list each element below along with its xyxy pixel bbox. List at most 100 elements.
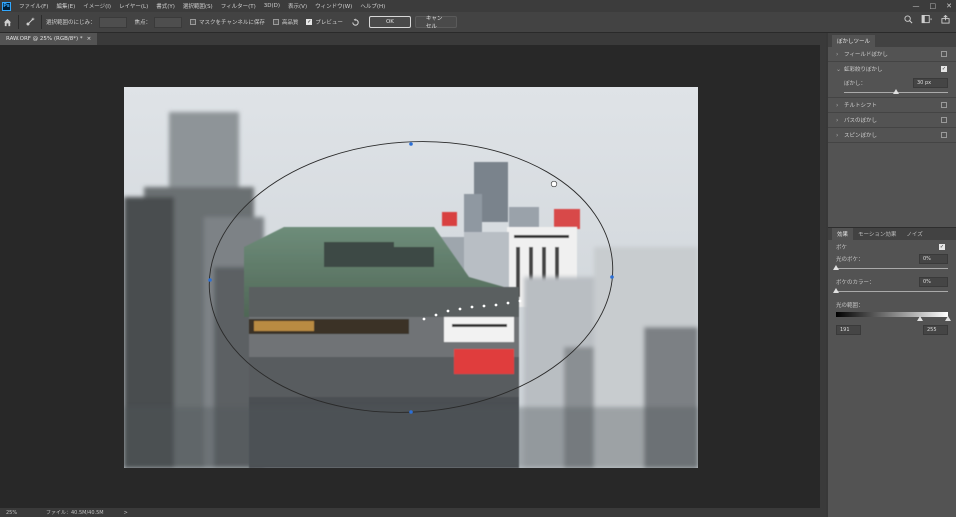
save-mask-checkbox[interactable] bbox=[190, 19, 197, 25]
bokeh-color-field[interactable]: 0% bbox=[919, 277, 948, 287]
ellipse-roundness-handle[interactable] bbox=[550, 180, 558, 188]
high-quality-label: 高品質 bbox=[281, 20, 299, 26]
blur-amount-label: ぼかし： bbox=[844, 81, 867, 87]
minimize-icon[interactable]: — bbox=[913, 2, 920, 10]
blur-item-path[interactable]: › パスのぼかし bbox=[828, 113, 956, 128]
home-icon[interactable] bbox=[0, 15, 14, 29]
bokeh-color-control: ボケのカラー： 0% bbox=[828, 275, 956, 293]
chevron-right-icon[interactable]: › bbox=[836, 132, 844, 139]
selection-feather-field[interactable] bbox=[98, 16, 127, 28]
tab-close-icon[interactable]: × bbox=[87, 36, 92, 42]
blur-amount-track[interactable] bbox=[844, 89, 948, 94]
menu-layer[interactable]: レイヤー(L) bbox=[115, 2, 152, 10]
separator bbox=[41, 15, 42, 29]
blur-item-label: パスのぼかし bbox=[844, 118, 878, 124]
zoom-level[interactable]: 25% bbox=[6, 510, 46, 516]
blur-item-label: チルトシフト bbox=[844, 103, 878, 109]
light-range-control: 光の範囲： 191 255 bbox=[828, 298, 956, 335]
iris-blur-checkbox[interactable]: ✓ bbox=[941, 66, 947, 72]
light-range-max-field[interactable]: 255 bbox=[923, 325, 948, 335]
light-range-label: 光の範囲： bbox=[836, 303, 864, 309]
menu-image[interactable]: イメージ(I) bbox=[79, 2, 115, 10]
light-bokeh-label: 光のボケ： bbox=[836, 257, 864, 263]
ellipse-handle-right[interactable] bbox=[610, 275, 614, 279]
ellipse-handle-left[interactable] bbox=[208, 278, 212, 282]
cancel-button[interactable]: キャンセル bbox=[414, 16, 457, 30]
bokeh-row: ボケ ✓ bbox=[828, 240, 956, 252]
ellipse-handle-bottom[interactable] bbox=[409, 410, 413, 414]
reset-icon[interactable] bbox=[349, 15, 363, 29]
light-bokeh-thumb[interactable] bbox=[833, 265, 839, 270]
field-blur-checkbox[interactable] bbox=[941, 51, 947, 57]
tab-blur-tools[interactable]: ぼかしツール bbox=[832, 35, 876, 47]
document-tab-title: RAW.ORF @ 25% (RGB/8*) * bbox=[6, 36, 83, 42]
menu-bar: Ps ファイル(F) 編集(E) イメージ(I) レイヤー(L) 書式(Y) 選… bbox=[0, 0, 956, 12]
preview-label: プレビュー bbox=[315, 20, 343, 26]
bokeh-color-label: ボケのカラー： bbox=[836, 280, 875, 286]
tab-noise[interactable]: ノイズ bbox=[901, 228, 927, 240]
focus-label: 焦点： bbox=[134, 20, 152, 26]
light-range-min-thumb[interactable] bbox=[917, 316, 923, 321]
status-arrow-icon[interactable]: > bbox=[124, 510, 128, 516]
save-mask-label: マスクをチャンネルに保存 bbox=[199, 20, 265, 26]
blur-item-field[interactable]: › フィールドぼかし bbox=[828, 47, 956, 62]
search-icon[interactable] bbox=[904, 15, 913, 26]
bokeh-label: ボケ bbox=[836, 245, 848, 251]
blur-item-spin[interactable]: › スピンぼかし bbox=[828, 128, 956, 143]
ok-button[interactable]: OK bbox=[368, 16, 411, 28]
bokeh-color-thumb[interactable] bbox=[833, 288, 839, 293]
blur-amount-field[interactable]: 30 px bbox=[913, 78, 948, 88]
light-range-gradient[interactable] bbox=[836, 312, 951, 321]
window-controls: — □ ✕ bbox=[913, 0, 953, 12]
menu-3d[interactable]: 3D(D) bbox=[260, 3, 284, 9]
blur-amount-control: ぼかし： 30 px bbox=[828, 76, 956, 98]
menu-select[interactable]: 選択範囲(S) bbox=[179, 2, 217, 10]
preview-checkbox[interactable]: ✓ bbox=[306, 19, 313, 25]
chevron-right-icon[interactable]: › bbox=[836, 51, 844, 58]
blur-item-label: フィールドぼかし bbox=[844, 52, 888, 58]
maximize-icon[interactable]: □ bbox=[930, 2, 937, 10]
menu-edit[interactable]: 編集(E) bbox=[52, 2, 79, 10]
tab-motion-effects[interactable]: モーション効果 bbox=[853, 228, 901, 240]
high-quality-checkbox[interactable] bbox=[272, 19, 279, 25]
light-bokeh-control: 光のボケ： 0% bbox=[828, 252, 956, 270]
focus-field[interactable] bbox=[154, 16, 183, 28]
menu-filter[interactable]: フィルター(T) bbox=[217, 2, 260, 10]
blur-tool-icon[interactable] bbox=[23, 15, 37, 29]
menu-view[interactable]: 表示(V) bbox=[284, 2, 311, 10]
menu-type[interactable]: 書式(Y) bbox=[152, 2, 179, 10]
light-bokeh-track[interactable] bbox=[833, 265, 948, 270]
bokeh-color-track[interactable] bbox=[833, 288, 948, 293]
bokeh-checkbox[interactable]: ✓ bbox=[939, 244, 945, 250]
tab-effects[interactable]: 効果 bbox=[832, 228, 854, 240]
chevron-right-icon[interactable]: › bbox=[836, 117, 844, 124]
blur-tools-tabs: ぼかしツール bbox=[828, 33, 956, 47]
tilt-shift-checkbox[interactable] bbox=[941, 102, 947, 108]
document-tab[interactable]: RAW.ORF @ 25% (RGB/8*) * × bbox=[0, 33, 98, 45]
close-icon[interactable]: ✕ bbox=[946, 2, 952, 10]
light-range-max-thumb[interactable] bbox=[945, 316, 951, 321]
file-info: ファイル：40.5M/40.5M bbox=[46, 510, 104, 516]
spin-blur-checkbox[interactable] bbox=[941, 132, 947, 138]
effects-section: 効果 モーション効果 ノイズ ボケ ✓ 光のボケ： 0% ボケのカラー： 0% bbox=[828, 227, 956, 335]
workspace-icon[interactable] bbox=[921, 15, 933, 26]
light-range-min-field[interactable]: 191 bbox=[836, 325, 861, 335]
right-panel: ぼかしツール › フィールドぼかし ⌄ 虹彩絞りぼかし ✓ ぼかし： 30 px… bbox=[826, 33, 956, 517]
selection-feather-label: 選択範囲のにじみ： bbox=[46, 20, 96, 26]
menu-help[interactable]: ヘルプ(H) bbox=[356, 2, 389, 10]
light-bokeh-field[interactable]: 0% bbox=[919, 254, 948, 264]
menu-window[interactable]: ウィンドウ(W) bbox=[311, 2, 356, 10]
effects-tabs: 効果 モーション効果 ノイズ bbox=[828, 227, 956, 240]
chevron-right-icon[interactable]: › bbox=[836, 102, 844, 109]
menu-file[interactable]: ファイル(F) bbox=[15, 2, 52, 10]
blur-amount-thumb[interactable] bbox=[893, 89, 899, 94]
blur-item-tilt-shift[interactable]: › チルトシフト bbox=[828, 98, 956, 113]
chevron-down-icon[interactable]: ⌄ bbox=[836, 66, 844, 73]
blur-item-iris[interactable]: ⌄ 虹彩絞りぼかし ✓ bbox=[828, 62, 956, 76]
canvas-image[interactable] bbox=[124, 87, 698, 468]
options-right-icons bbox=[904, 14, 950, 26]
path-blur-checkbox[interactable] bbox=[941, 117, 947, 123]
blur-item-label: 虹彩絞りぼかし bbox=[844, 67, 883, 73]
ellipse-handle-top[interactable] bbox=[409, 142, 413, 146]
share-icon[interactable] bbox=[941, 14, 950, 26]
